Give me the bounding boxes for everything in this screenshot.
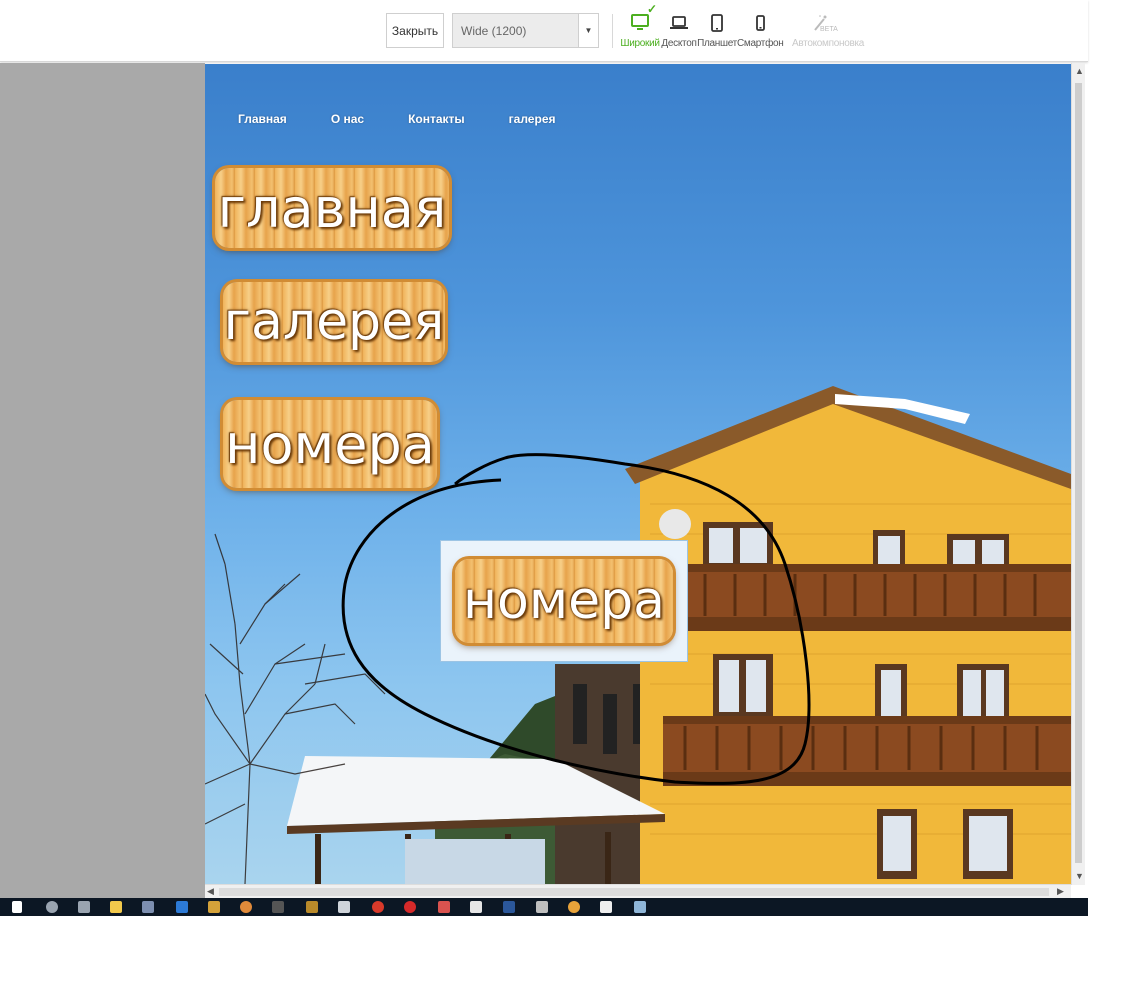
- laptop-icon: [670, 16, 688, 29]
- scroll-right-icon[interactable]: ▶: [1057, 886, 1064, 897]
- app-icon[interactable]: [438, 901, 450, 913]
- layout-width-select[interactable]: Wide (1200) ▼: [452, 13, 599, 48]
- app-icon[interactable]: [240, 901, 252, 913]
- layout-width-value: Wide (1200): [461, 24, 527, 38]
- wood-button-gallery[interactable]: галерея: [223, 282, 445, 362]
- device-label: Автокомпоновка: [792, 38, 865, 49]
- nav-item-about[interactable]: О нас: [331, 112, 364, 126]
- editor-toolbar: Закрыть Wide (1200) ▼ ✓ Широкий Десктоп: [0, 0, 1088, 62]
- app-icon[interactable]: [634, 901, 646, 913]
- word-icon[interactable]: [503, 901, 515, 913]
- horizontal-scrollbar[interactable]: ◀ ▶: [205, 884, 1071, 898]
- scrollbar-thumb[interactable]: [219, 888, 1049, 896]
- toolbar-divider: [612, 14, 613, 48]
- calculator-icon[interactable]: [536, 901, 548, 913]
- site-preview: Главная О нас Контакты галерея главная г…: [205, 64, 1071, 884]
- device-label: Смартфон: [737, 38, 784, 49]
- nav-item-contacts[interactable]: Контакты: [408, 112, 465, 126]
- browser-icon[interactable]: [372, 901, 384, 913]
- search-icon[interactable]: [46, 901, 58, 913]
- os-taskbar: [0, 898, 1088, 916]
- wood-button-rooms[interactable]: номера: [223, 400, 437, 488]
- nav-item-gallery[interactable]: галерея: [509, 112, 556, 126]
- beta-badge: BETA: [820, 26, 838, 33]
- nav-item-home[interactable]: Главная: [238, 112, 287, 126]
- device-label: Планшет: [697, 38, 737, 49]
- monitor-icon: [631, 14, 649, 30]
- device-tablet-button[interactable]: Планшет: [694, 10, 740, 58]
- start-icon[interactable]: [12, 901, 22, 913]
- app-icon[interactable]: [208, 901, 220, 913]
- app-window: Закрыть Wide (1200) ▼ ✓ Широкий Десктоп: [0, 0, 1140, 992]
- wood-button-home[interactable]: главная: [215, 168, 449, 248]
- folder-icon[interactable]: [110, 901, 122, 913]
- app-icon[interactable]: [142, 901, 154, 913]
- app-icon[interactable]: [272, 901, 284, 913]
- app-icon[interactable]: [176, 901, 188, 913]
- scrollbar-thumb[interactable]: [1075, 83, 1082, 863]
- smartphone-icon: [756, 15, 765, 31]
- app-icon[interactable]: [568, 901, 580, 913]
- scroll-up-icon[interactable]: ▲: [1075, 66, 1084, 76]
- scroll-down-icon[interactable]: ▼: [1075, 871, 1084, 881]
- opera-icon[interactable]: [404, 901, 416, 913]
- app-icon[interactable]: [338, 901, 350, 913]
- canvas-gutter: [0, 63, 205, 898]
- selected-element-frame[interactable]: номера: [440, 540, 688, 662]
- task-view-icon[interactable]: [78, 901, 90, 913]
- app-icon[interactable]: [470, 901, 482, 913]
- wood-button-rooms-selected[interactable]: номера: [455, 559, 673, 643]
- vertical-scrollbar[interactable]: ▲ ▼: [1071, 63, 1085, 885]
- site-nav: Главная О нас Контакты галерея: [205, 112, 567, 126]
- app-icon[interactable]: [600, 901, 612, 913]
- device-autolayout-button[interactable]: BETA Автокомпоновка: [792, 10, 865, 58]
- tablet-icon: [711, 14, 723, 32]
- device-smartphone-button[interactable]: Смартфон: [737, 10, 784, 58]
- app-icon[interactable]: [306, 901, 318, 913]
- scroll-left-icon[interactable]: ◀: [207, 886, 214, 897]
- close-button[interactable]: Закрыть: [386, 13, 444, 48]
- chevron-down-icon[interactable]: ▼: [578, 14, 598, 47]
